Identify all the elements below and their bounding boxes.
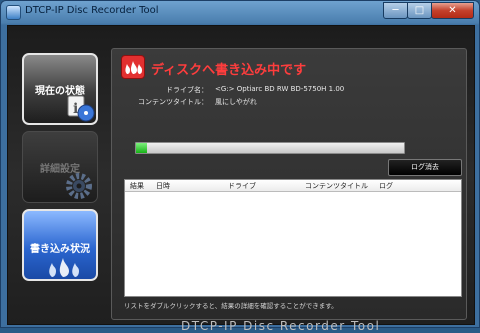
svg-text:i: i [73, 101, 78, 117]
drive-value: <G:> Optiarc BD RW BD-5750H 1.00 [215, 85, 345, 93]
column-header-log[interactable]: ログ [379, 181, 393, 191]
info-disc-icon: i [67, 95, 95, 122]
column-header-content-title[interactable]: コンテンツタイトル [305, 181, 368, 191]
sidebar-item-current-status[interactable]: 現在の状態 i [22, 53, 98, 125]
app-window: DTCP-IP Disc Recorder Tool ─ □ ✕ 現在の状態 i… [0, 0, 480, 333]
title-bar[interactable]: DTCP-IP Disc Recorder Tool ─ □ ✕ [1, 1, 479, 23]
brand-logo-text: DTCP-IP Disc Recorder Tool [181, 319, 381, 333]
clear-log-button[interactable]: ログ消去 [388, 159, 462, 176]
client-area: 現在の状態 i 詳細設定 書き込み状況 ディスクへ書き込み中です ドライブ名： … [7, 25, 475, 333]
maximize-button[interactable]: □ [407, 2, 432, 19]
content-row: コンテンツタイトル： 風にしやがれ [112, 97, 466, 107]
log-table-header: 結果 日時 ドライブ コンテンツタイトル ログ [125, 180, 461, 192]
column-header-datetime[interactable]: 日時 [156, 181, 170, 191]
gear-icon [66, 173, 92, 199]
sidebar-item-settings[interactable]: 詳細設定 [22, 131, 98, 203]
status-panel: ディスクへ書き込み中です ドライブ名： <G:> Optiarc BD RW B… [111, 48, 467, 320]
content-title-value: 風にしやがれ [215, 98, 257, 106]
progress-fill [136, 143, 147, 153]
writing-flame-icon [121, 55, 145, 79]
status-heading: ディスクへ書き込み中です [151, 63, 307, 78]
column-header-result[interactable]: 結果 [130, 181, 144, 191]
app-icon [6, 5, 21, 20]
drive-row: ドライブ名： <G:> Optiarc BD RW BD-5750H 1.00 [112, 85, 466, 95]
write-progress-bar [135, 142, 405, 154]
column-header-drive[interactable]: ドライブ [228, 181, 256, 191]
close-button[interactable]: ✕ [431, 2, 474, 19]
flame-icon [49, 258, 79, 277]
log-hint-text: リストをダブルクリックすると、結果の詳細を確認することができます。 [124, 302, 338, 310]
sidebar-item-write-status[interactable]: 書き込み状況 [22, 209, 98, 281]
minimize-button[interactable]: ─ [383, 2, 408, 19]
log-table[interactable]: 結果 日時 ドライブ コンテンツタイトル ログ [124, 179, 462, 297]
drive-label: ドライブ名： [166, 86, 208, 94]
window-title: DTCP-IP Disc Recorder Tool [25, 5, 159, 16]
content-title-label: コンテンツタイトル： [138, 98, 208, 106]
